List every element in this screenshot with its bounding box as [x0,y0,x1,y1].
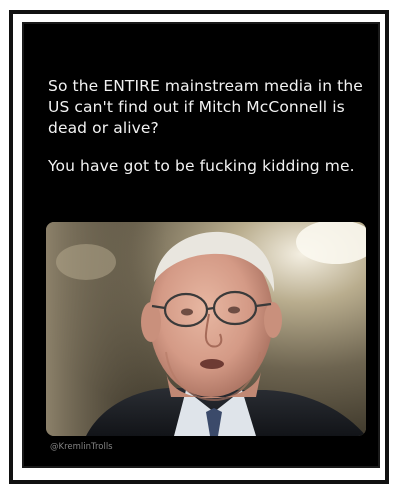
photo-illustration [46,222,366,436]
post-card: So the ENTIRE mainstream media in the US… [22,22,380,468]
meme-page: So the ENTIRE mainstream media in the US… [0,0,408,500]
post-paragraph-1: So the ENTIRE mainstream media in the US… [48,77,363,137]
post-text: So the ENTIRE mainstream media in the US… [48,76,368,194]
watermark: @KremlinTrolls [50,442,113,452]
post-paragraph-2: You have got to be fucking kidding me. [48,157,355,175]
post-photo[interactable] [46,222,366,436]
